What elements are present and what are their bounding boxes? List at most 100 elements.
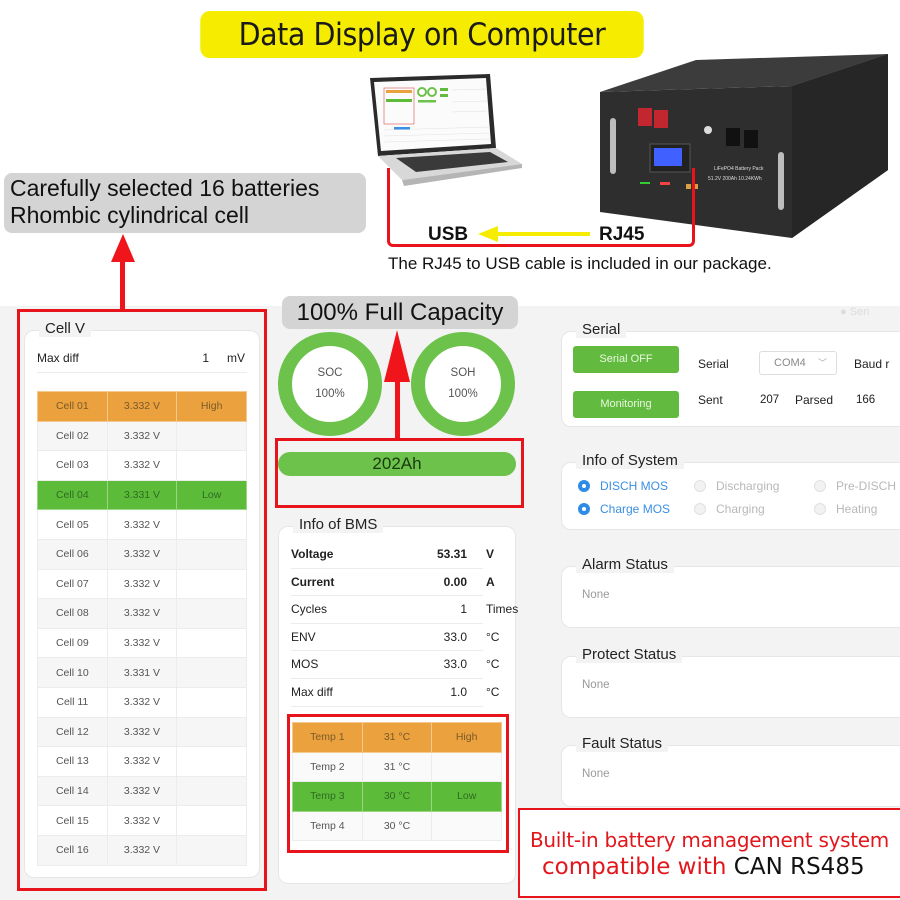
cell-row: Cell 02 3.332 V <box>37 420 247 452</box>
bms-compatibility-callout: Built-in battery management system compa… <box>518 808 900 898</box>
cell-voltage: 3.332 V <box>106 598 178 629</box>
cell-voltage: 3.332 V <box>106 775 178 807</box>
cell-name: Cell 05 <box>37 509 108 540</box>
cell-row: Cell 06 3.332 V <box>37 538 247 570</box>
bms-callout-line2: compatible with CAN RS485 <box>530 854 900 880</box>
temp-flag: Low <box>431 781 502 812</box>
cell-row: Cell 08 3.332 V <box>37 598 247 629</box>
bms-row-value: 1.0 <box>450 684 467 699</box>
bms-info-rows: Voltage 53.31 V Current 0.00 A Cycles 1 Times ENV… <box>291 541 518 707</box>
temp-name: Temp 4 <box>292 810 363 842</box>
serial-off-button[interactable]: Serial OFF <box>573 346 679 373</box>
bms-row-label: Cycles <box>291 602 328 617</box>
bms-row-label: MOS <box>291 657 319 672</box>
cell-voltage-title: Cell V <box>39 320 92 337</box>
cell-flag <box>176 568 247 600</box>
radio-checked-icon <box>578 503 590 515</box>
chevron-down-icon: ﹀ <box>817 358 827 368</box>
cell-row: Cell 01 3.332 V High <box>37 391 247 422</box>
bms-callout-line2-red: compatible with <box>542 854 734 880</box>
cell-flag: Low <box>176 479 247 511</box>
cell-row: Cell 05 3.332 V <box>37 509 247 540</box>
bms-row-unit: Times <box>486 602 519 617</box>
protect-status-title: Protect Status <box>576 646 683 663</box>
serial-port-value: COM4 <box>774 357 806 369</box>
batteries-callout-line1: Carefully selected 16 batteries <box>10 175 320 201</box>
temp-value: 30 °C <box>361 781 433 812</box>
cell-name: Cell 06 <box>37 538 108 570</box>
bms-info-row: MOS 33.0 °C <box>291 651 499 679</box>
bms-row-unit: V <box>486 547 495 561</box>
cell-flag <box>176 627 247 659</box>
cell-flag <box>176 746 247 777</box>
cell-row: Cell 15 3.332 V <box>37 805 247 836</box>
bms-row-label: ENV <box>291 629 316 644</box>
fault-status-panel: Fault Status None <box>561 735 900 807</box>
temp-value: 30 °C <box>361 810 433 842</box>
temperature-row: Temp 4 30 °C <box>292 810 502 842</box>
batteries-callout: Carefully selected 16 batteries Rhombic … <box>4 173 366 233</box>
cell-voltage: 3.332 V <box>106 568 178 600</box>
system-indicator[interactable]: Heating <box>814 502 877 516</box>
radio-unchecked-icon <box>694 480 706 492</box>
system-indicator-label: Discharging <box>716 479 780 493</box>
cell-voltage-table: Cell 01 3.332 V High Cell 02 3.332 V Cell 03 3… <box>37 391 247 866</box>
bms-info-row: Voltage 53.31 V <box>291 541 494 569</box>
bms-row-value: 0.00 <box>443 574 467 589</box>
temperature-row: Temp 2 31 °C <box>292 751 502 783</box>
bms-row-unit: °C <box>486 657 500 672</box>
cell-flag <box>176 834 247 866</box>
bms-row-unit: A <box>486 574 495 589</box>
cell-voltage: 3.332 V <box>106 509 178 540</box>
temperature-row: Temp 1 31 °C High <box>292 722 502 753</box>
alarm-status-value: None <box>582 589 610 601</box>
cable-note: The RJ45 to USB cable is included in our… <box>388 254 772 273</box>
bms-row-label: Voltage <box>291 547 334 561</box>
temp-flag: High <box>431 722 502 753</box>
cell-flag <box>176 686 247 718</box>
full-capacity-callout: 100% Full Capacity <box>282 296 518 329</box>
cell-flag <box>176 775 247 807</box>
cell-name: Cell 15 <box>37 805 108 836</box>
cell-name: Cell 08 <box>37 598 108 629</box>
serial-port-select[interactable]: COM4 ﹀ <box>759 351 837 375</box>
system-indicator[interactable]: Charging <box>694 502 765 516</box>
system-info-panel: Info of System DISCH MOS Discharging Pre-D… <box>561 452 900 530</box>
soc-gauge: SOC 100% <box>278 332 382 436</box>
cell-voltage: 3.332 V <box>106 391 178 422</box>
usb-label: USB <box>428 224 469 245</box>
cell-max-diff-value: 1 <box>202 351 209 365</box>
cell-row: Cell 10 3.331 V <box>37 657 247 688</box>
cell-flag <box>176 598 247 629</box>
system-indicator[interactable]: Discharging <box>694 479 779 493</box>
cell-name: Cell 09 <box>37 627 108 659</box>
cell-flag <box>176 450 247 481</box>
sent-label: Sent <box>698 393 723 407</box>
cell-flag <box>176 805 247 836</box>
temp-name: Temp 1 <box>292 722 363 753</box>
system-indicator[interactable]: DISCH MOS <box>578 479 668 493</box>
alarm-status-panel: Alarm Status None <box>561 556 900 628</box>
cell-voltage-panel: Cell V Max diff 1 mV Cell 01 3.332 V High C… <box>24 320 260 878</box>
system-indicator[interactable]: Charge MOS <box>578 502 670 516</box>
soc-label: SOC <box>317 367 343 379</box>
cell-row: Cell 16 3.332 V <box>37 834 247 866</box>
cell-voltage: 3.332 V <box>106 716 178 748</box>
bms-callout-line1: Built-in battery management system <box>530 828 889 852</box>
system-indicator[interactable]: Pre-DISCH <box>814 479 896 493</box>
soc-value: 100% <box>315 388 345 400</box>
cell-voltage: 3.332 V <box>106 805 178 836</box>
cell-flag <box>176 657 247 688</box>
cell-name: Cell 11 <box>37 686 108 718</box>
monitoring-button[interactable]: Monitoring <box>573 391 679 418</box>
cell-voltage: 3.332 V <box>106 686 178 718</box>
bms-info-row: ENV 33.0 °C <box>291 624 499 652</box>
bms-info-row: Max diff 1.0 °C <box>291 679 499 707</box>
cell-name: Cell 10 <box>37 657 108 688</box>
serial-panel: Serial Serial OFF Monitoring Serial COM4… <box>561 321 900 427</box>
cell-name: Cell 02 <box>37 420 108 452</box>
cell-voltage: 3.331 V <box>106 657 178 688</box>
temp-name: Temp 2 <box>292 751 363 783</box>
cell-max-diff-unit: mV <box>227 351 245 365</box>
bms-row-value: 33.0 <box>443 657 467 672</box>
